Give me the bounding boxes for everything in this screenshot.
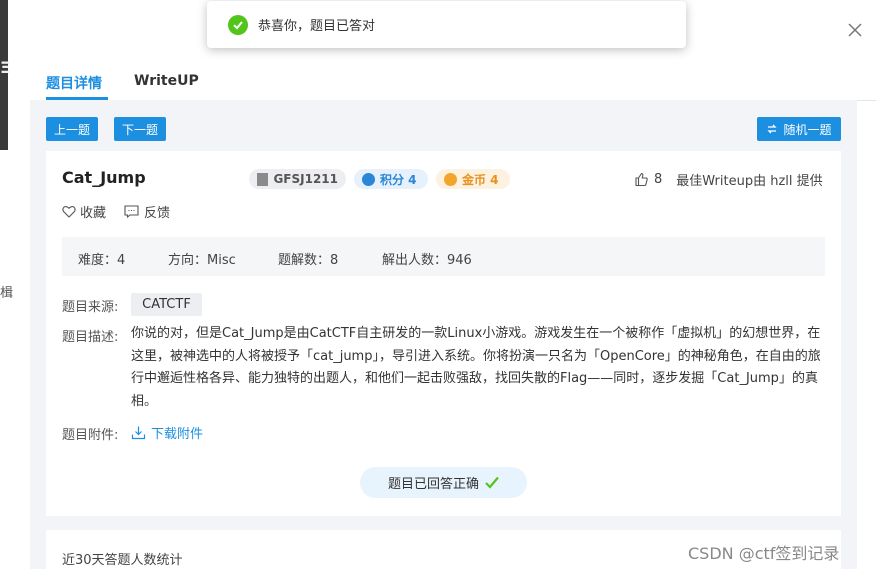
- feedback-icon: [124, 205, 139, 218]
- direction-stat: 方向：Misc: [168, 253, 236, 268]
- download-link[interactable]: 下载附件: [131, 423, 203, 442]
- score-icon: [362, 172, 375, 186]
- tab-writeup[interactable]: WriteUP: [134, 73, 199, 89]
- writeup-credit: 最佳Writeup由 hzll 提供: [676, 174, 823, 189]
- refresh-icon: [766, 123, 778, 135]
- checkmark-icon: [485, 476, 499, 489]
- likes-count: 8: [654, 172, 663, 187]
- challenge-actions: 收藏 反馈: [62, 202, 188, 221]
- thumbs-up-icon[interactable]: [634, 172, 649, 187]
- heart-icon: [62, 205, 76, 218]
- coin-value: 金币 4: [462, 172, 499, 187]
- coin-icon: [444, 172, 457, 186]
- stats-bar: 难度：4 方向：Misc 题解数：8 解出人数：946: [62, 237, 825, 276]
- tab-details[interactable]: 题目详情: [46, 73, 102, 93]
- favorite-label: 收藏: [80, 206, 107, 221]
- source-label: 题目来源:: [62, 300, 119, 315]
- solution-count-stat: 题解数：8: [278, 253, 339, 268]
- challenge-title: Cat_Jump: [62, 168, 146, 187]
- likes-area: 8 最佳Writeup由 hzll 提供: [634, 170, 823, 189]
- challenge-id-badge: GFSJ1211: [249, 169, 346, 189]
- difficulty-stat: 难度：4: [78, 253, 126, 268]
- description-text: 你说的对，但是Cat_Jump是由CatCTF自主研发的一款Linux小游戏。游…: [131, 326, 821, 409]
- favorite-button[interactable]: 收藏: [62, 202, 106, 221]
- close-icon[interactable]: [846, 21, 864, 39]
- toast-message: 恭喜你，题目已答对: [258, 19, 376, 34]
- edge-glyph: Ξ: [0, 58, 11, 77]
- success-toast: 恭喜你，题目已答对: [207, 1, 686, 48]
- solved-text: 题目已回答正确: [387, 477, 479, 492]
- prev-button[interactable]: 上一题: [46, 117, 98, 141]
- download-icon: [131, 425, 146, 440]
- coin-badge: 金币 4: [436, 169, 510, 189]
- feedback-button[interactable]: 反馈: [124, 202, 170, 221]
- score-value: 积分 4: [380, 172, 417, 187]
- id-icon: [257, 172, 269, 186]
- solved-status: 题目已回答正确: [360, 467, 527, 498]
- check-circle-icon: [228, 14, 248, 35]
- score-badge: 积分 4: [354, 169, 428, 189]
- random-button[interactable]: 随机一题: [757, 117, 841, 141]
- left-edge-strip: Ξ: [0, 0, 11, 150]
- solver-count-stat: 解出人数：946: [382, 253, 472, 268]
- feedback-label: 反馈: [144, 206, 171, 221]
- random-button-label: 随机一题: [783, 122, 832, 137]
- watermark: CSDN @ctf签到记录: [688, 544, 840, 563]
- edge-char: 楫: [0, 286, 14, 301]
- source-tag: CATCTF: [131, 293, 202, 316]
- challenge-id: GFSJ1211: [273, 172, 338, 186]
- section-30d-title: 近30天答题人数统计: [62, 553, 183, 568]
- description-label: 题目描述:: [62, 330, 119, 345]
- attachment-label: 题目附件:: [62, 428, 119, 443]
- next-button[interactable]: 下一题: [114, 117, 166, 141]
- download-label: 下载附件: [151, 427, 204, 442]
- tab-bar: 题目详情 WriteUP: [30, 60, 876, 101]
